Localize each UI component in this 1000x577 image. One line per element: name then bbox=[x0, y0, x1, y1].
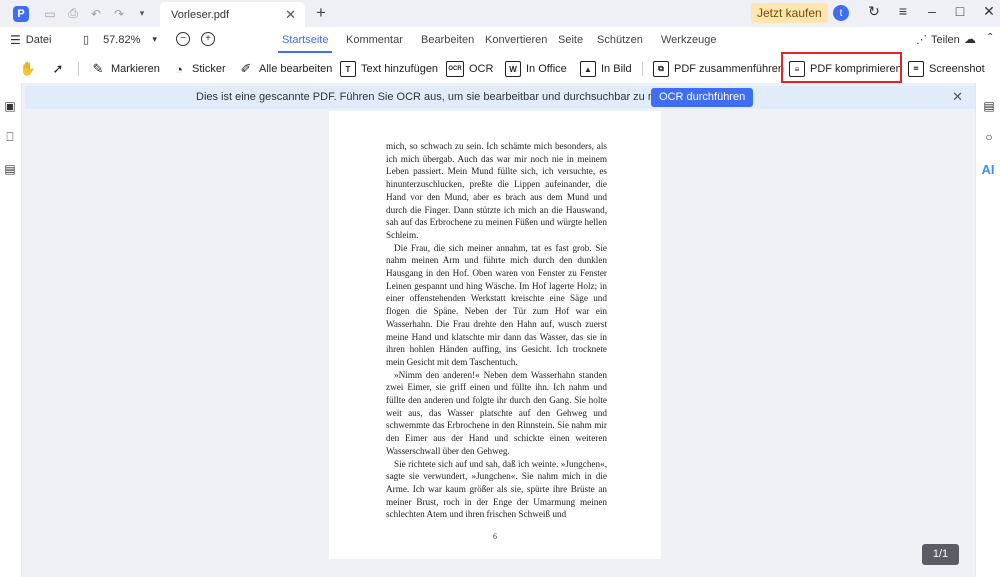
cloud-upload-icon[interactable]: ☁ bbox=[964, 32, 976, 46]
edit-all-button[interactable]: ✐ Alle bearbeiten bbox=[238, 58, 333, 80]
properties-icon[interactable]: ▤ bbox=[982, 99, 996, 113]
quick-access-toolbar: ▭ ⎙ ↶ ↷ ▾ bbox=[43, 6, 149, 21]
pdf-page: mich, so schwach zu sein. Ich schämte mi… bbox=[329, 111, 661, 559]
page-number: 6 bbox=[493, 532, 497, 541]
add-text-button[interactable]: T Text hinzufügen bbox=[340, 58, 438, 80]
undo-icon[interactable]: ↶ bbox=[89, 7, 103, 21]
hand-tool-button[interactable]: ✋ bbox=[20, 58, 36, 80]
thumbnails-icon[interactable]: ▣ bbox=[3, 99, 17, 113]
tab-werkzeuge[interactable]: Werkzeuge bbox=[661, 34, 716, 46]
share-button[interactable]: ⋰ Teilen bbox=[916, 33, 960, 47]
buy-now-button[interactable]: Jetzt kaufen bbox=[751, 3, 828, 23]
title-bar: P ▭ ⎙ ↶ ↷ ▾ Vorleser.pdf ✕ + Jetzt kaufe… bbox=[0, 0, 1000, 27]
share-icon: ⋰ bbox=[916, 34, 927, 46]
divider bbox=[78, 62, 79, 76]
tab-schuetzen[interactable]: Schützen bbox=[597, 34, 643, 46]
banner-message: Dies ist eine gescannte PDF. Führen Sie … bbox=[196, 91, 691, 103]
to-office-icon: W bbox=[505, 61, 521, 77]
document-tab-title: Vorleser.pdf bbox=[171, 8, 230, 21]
tab-kommentar[interactable]: Kommentar bbox=[346, 34, 403, 46]
page-indicator[interactable]: 1/1 bbox=[922, 544, 959, 565]
paragraph: »Nimm den anderen!« Neben dem Wasserhahn… bbox=[386, 369, 607, 456]
ocr-banner: Dies ist eine gescannte PDF. Führen Sie … bbox=[25, 86, 975, 109]
to-image-button[interactable]: ▲ In Bild bbox=[580, 58, 632, 80]
save-icon[interactable]: ▭ bbox=[43, 7, 57, 21]
ai-assistant-icon[interactable]: AI bbox=[981, 162, 995, 177]
paragraph: Die Frau, die sich meiner annahm, tat es… bbox=[386, 242, 607, 367]
paragraph: mich, so schwach zu sein. Ich schämte mi… bbox=[386, 141, 607, 240]
tab-bearbeiten[interactable]: Bearbeiten bbox=[421, 34, 474, 46]
new-tab-button[interactable]: + bbox=[316, 3, 326, 23]
redo-icon[interactable]: ↷ bbox=[112, 7, 126, 21]
run-ocr-button[interactable]: OCR durchführen bbox=[651, 88, 754, 107]
file-menu[interactable]: ☰ Datei bbox=[10, 33, 51, 47]
page-icon: ▯ bbox=[83, 34, 90, 46]
zoom-out-button[interactable]: − bbox=[176, 32, 190, 46]
to-office-button[interactable]: W In Office bbox=[505, 58, 567, 80]
left-sidebar: ▣ ⎕ ▤ bbox=[0, 83, 22, 577]
sticker-icon: ◔ bbox=[175, 61, 183, 77]
tab-startseite[interactable]: Startseite bbox=[277, 34, 333, 53]
to-image-icon: ▲ bbox=[580, 61, 596, 77]
close-banner-icon[interactable]: ✕ bbox=[952, 89, 963, 105]
close-window-icon[interactable]: ✕ bbox=[980, 3, 998, 20]
chevron-down-icon[interactable]: ▾ bbox=[135, 8, 149, 19]
collapse-icon[interactable]: ⌃ bbox=[986, 32, 994, 43]
app-logo-icon[interactable]: P bbox=[13, 5, 29, 22]
sync-icon[interactable]: ↻ bbox=[865, 3, 883, 20]
highlight-box bbox=[781, 52, 902, 83]
merge-pdf-button[interactable]: ⧉ PDF zusammenführen bbox=[653, 58, 784, 80]
comment-icon[interactable]: ▤ bbox=[3, 162, 17, 176]
minimize-icon[interactable]: – bbox=[923, 3, 941, 19]
close-tab-icon[interactable]: ✕ bbox=[285, 7, 296, 23]
divider bbox=[642, 62, 643, 76]
avatar[interactable]: t bbox=[833, 5, 849, 21]
highlighter-icon: ✎ bbox=[92, 61, 104, 76]
right-sidebar: ▤ ○ AI bbox=[975, 83, 1000, 577]
print-icon[interactable]: ⎙ bbox=[66, 6, 80, 21]
add-text-icon: T bbox=[340, 61, 356, 77]
hamburger-icon: ☰ bbox=[10, 33, 21, 47]
screenshot-button[interactable]: ⌗ Screenshot bbox=[908, 58, 985, 80]
select-tool-button[interactable]: ➚ bbox=[50, 58, 66, 80]
merge-pdf-icon: ⧉ bbox=[653, 61, 669, 77]
zoom-value: 57.82% bbox=[103, 33, 141, 46]
page-text: mich, so schwach zu sein. Ich schämte mi… bbox=[386, 140, 607, 521]
hand-icon: ✋ bbox=[19, 61, 37, 76]
highlight-button[interactable]: ✎ Markieren bbox=[90, 58, 160, 80]
menu-icon[interactable]: ≡ bbox=[894, 3, 912, 19]
chevron-down-icon[interactable]: ▾ bbox=[152, 34, 157, 45]
menu-bar: ☰ Datei ▯ 57.82% ▾ − + Startseite Kommen… bbox=[0, 27, 1000, 54]
ocr-button[interactable]: OCR OCR bbox=[446, 58, 493, 80]
cursor-icon: ➚ bbox=[52, 61, 64, 76]
bookmark-icon[interactable]: ⎕ bbox=[3, 130, 17, 144]
maximize-icon[interactable]: □ bbox=[951, 3, 969, 19]
screenshot-icon: ⌗ bbox=[908, 61, 924, 77]
sticker-button[interactable]: ◔ Sticker bbox=[171, 58, 226, 80]
paragraph: Sie richtete sich auf und sah, daß ich w… bbox=[386, 458, 607, 520]
tab-seite[interactable]: Seite bbox=[558, 34, 583, 46]
ocr-icon: OCR bbox=[446, 61, 464, 77]
edit-all-icon: ✐ bbox=[240, 61, 252, 76]
search-icon[interactable]: ○ bbox=[982, 130, 996, 144]
tab-konvertieren[interactable]: Konvertieren bbox=[485, 34, 547, 46]
zoom-in-button[interactable]: + bbox=[201, 32, 215, 46]
zoom-control[interactable]: ▯ 57.82% ▾ bbox=[83, 33, 157, 47]
document-tab[interactable]: Vorleser.pdf ✕ bbox=[160, 2, 305, 27]
